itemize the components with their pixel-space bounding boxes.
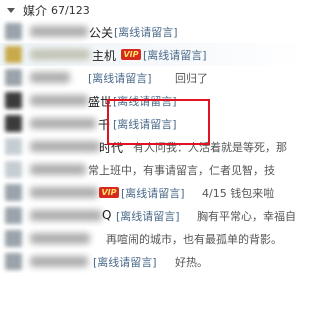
status-text: [离线请留言] — [88, 72, 152, 85]
contact-row[interactable]: Q [离线请留言] 胸有平常心，幸福自 — [0, 204, 304, 227]
blurred-name — [30, 49, 90, 60]
chevron-down-icon[interactable] — [7, 7, 15, 13]
signature-text: 好热。 — [175, 256, 208, 269]
contact-row[interactable]: 公关 [离线请留言] — [0, 20, 304, 43]
contact-group-header[interactable]: 媒介 67/123 — [0, 0, 304, 20]
vip-badge: VIP — [99, 187, 119, 198]
contact-row[interactable]: 再喧闹的城市，也有最孤单的背影。 — [0, 227, 304, 250]
contact-row[interactable]: [离线请留言] 好热。 — [0, 250, 304, 273]
avatar — [5, 69, 22, 86]
blurred-name — [30, 210, 102, 221]
avatar — [5, 92, 22, 109]
signature-text: 常上班中，有事请留言，仁者见智，技 — [88, 164, 275, 177]
contact-name: 公关 — [89, 26, 114, 40]
avatar — [5, 161, 22, 178]
contact-name: 时代 — [99, 141, 124, 155]
contact-row[interactable]: 千 [离线请留言] — [0, 112, 304, 135]
vip-badge: VIP — [121, 49, 141, 60]
contact-row[interactable]: 盛世 [离线请留言] — [0, 89, 304, 112]
blurred-name — [30, 187, 98, 198]
avatar — [5, 230, 22, 247]
blurred-name — [30, 26, 88, 37]
contact-row[interactable]: VIP [离线请留言] 4/15 钱包来啦 — [0, 181, 304, 204]
contact-name: 主机 — [92, 49, 117, 63]
avatar — [5, 46, 22, 63]
signature-text: 4/15 钱包来啦 — [202, 187, 275, 200]
status-text: [离线请留言] — [113, 95, 177, 108]
avatar — [5, 138, 22, 155]
group-name: 媒介 — [23, 3, 48, 18]
blurred-name — [30, 118, 96, 129]
status-text: [离线请留言] — [143, 49, 207, 62]
status-text: [离线请留言] — [93, 256, 157, 269]
signature-text: 有人问我：人活着就是等死，那 — [133, 141, 287, 154]
avatar — [5, 115, 22, 132]
group-online-count: 67/123 — [51, 3, 90, 17]
blurred-name — [30, 233, 90, 244]
avatar — [5, 184, 22, 201]
avatar — [5, 207, 22, 224]
signature-text: 回归了 — [175, 72, 208, 85]
contact-name: 千 — [98, 118, 111, 132]
blurred-name — [30, 256, 88, 267]
contact-name: 盛世 — [88, 95, 113, 109]
status-text: [离线请留言] — [113, 118, 177, 131]
contact-row[interactable]: 常上班中，有事请留言，仁者见智，技 — [0, 158, 304, 181]
status-text: [离线请留言] — [121, 187, 185, 200]
signature-text: 胸有平常心，幸福自 — [197, 210, 296, 223]
avatar — [5, 253, 22, 270]
contact-name: Q — [102, 208, 112, 222]
contact-row[interactable]: 时代 有人问我：人活着就是等死，那 — [0, 135, 304, 158]
contact-row[interactable]: [离线请留言] 回归了 — [0, 66, 304, 89]
blurred-name — [30, 95, 88, 106]
signature-text: 再喧闹的城市，也有最孤单的背影。 — [106, 233, 282, 246]
blurred-name — [30, 72, 70, 83]
status-text: [离线请留言] — [114, 26, 178, 39]
avatar — [5, 23, 22, 40]
blurred-name — [30, 164, 86, 175]
contact-row[interactable]: 主机 VIP [离线请留言] — [0, 43, 304, 66]
status-text: [离线请留言] — [116, 210, 180, 223]
contact-list: 公关 [离线请留言] 主机 VIP [离线请留言] [离线请留言] 回归了 盛世… — [0, 20, 304, 273]
blurred-name — [30, 141, 100, 152]
